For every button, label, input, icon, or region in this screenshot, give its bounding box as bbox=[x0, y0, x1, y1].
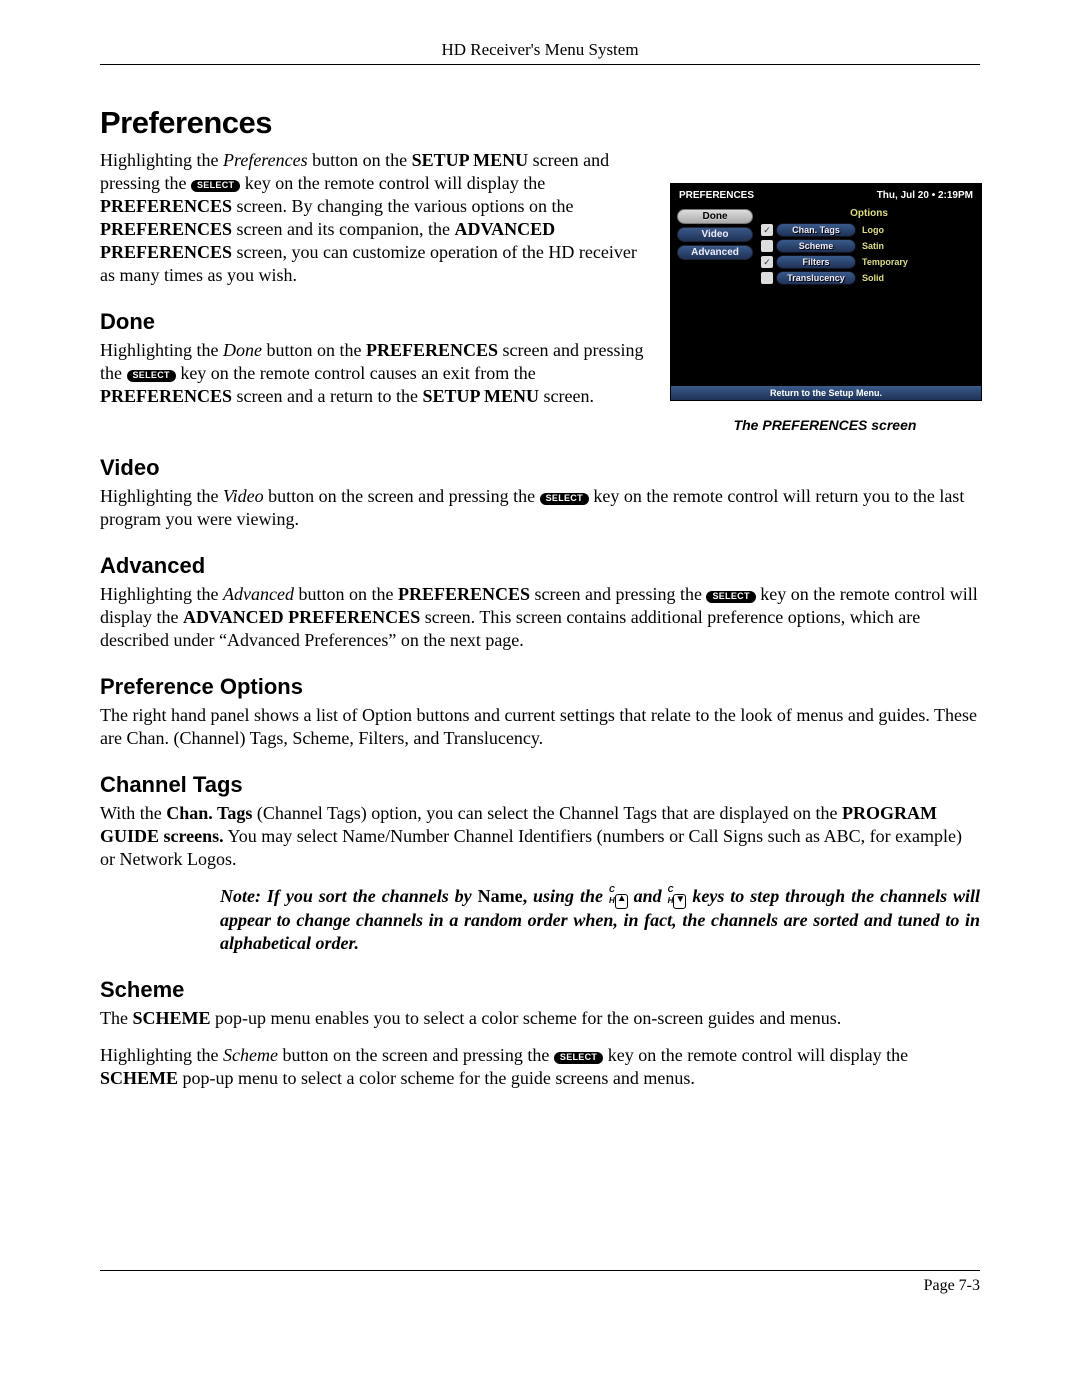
t: Advanced bbox=[223, 584, 294, 604]
t: using the bbox=[527, 887, 609, 907]
t: Preferences bbox=[223, 150, 308, 170]
scr-translucency-value: Solid bbox=[856, 273, 884, 283]
channel-down-key-icon: CH bbox=[668, 885, 687, 909]
scr-footer-hint: Return to the Setup Menu. bbox=[671, 386, 981, 400]
scr-video-button: Video bbox=[677, 227, 753, 242]
select-key-icon: SELECT bbox=[706, 591, 755, 603]
select-key-icon: SELECT bbox=[191, 180, 240, 192]
channel-tags-note: Note: If you sort the channels by Name, … bbox=[220, 885, 980, 955]
scr-chan-tags-button: Chan. Tags bbox=[776, 223, 856, 237]
t: Highlighting the bbox=[100, 486, 223, 506]
t: ADVANCED PREFERENCES bbox=[183, 607, 420, 627]
done-paragraph: Highlighting the Done button on the PREF… bbox=[100, 339, 646, 408]
t: Highlighting the bbox=[100, 1045, 223, 1065]
t: SETUP MENU bbox=[422, 386, 539, 406]
t: and bbox=[628, 887, 668, 907]
channel-tags-paragraph: With the Chan. Tags (Channel Tags) optio… bbox=[100, 802, 980, 871]
t: button on the bbox=[308, 150, 412, 170]
scr-advanced-button: Advanced bbox=[677, 245, 753, 260]
t: Video bbox=[223, 486, 264, 506]
select-key-icon: SELECT bbox=[127, 370, 176, 382]
t: key on the remote control will display t… bbox=[603, 1045, 908, 1065]
figure-caption: The PREFERENCES screen bbox=[670, 417, 980, 433]
t: Note: If you sort the channels by bbox=[220, 887, 478, 907]
t: key on the remote control causes an exit… bbox=[176, 363, 536, 383]
t: button on the bbox=[294, 584, 398, 604]
page-footer: Page 7-3 bbox=[100, 1270, 980, 1295]
preferences-screenshot-figure: PREFERENCES Thu, Jul 20 • 2:19PM Done Vi… bbox=[670, 183, 980, 433]
scr-option-row: ✓ Chan. Tags Logo bbox=[757, 223, 981, 237]
t: Chan. Tags bbox=[166, 803, 252, 823]
scr-option-row: ✓ Filters Temporary bbox=[757, 255, 981, 269]
scr-datetime: Thu, Jul 20 • 2:19PM bbox=[877, 190, 973, 201]
heading-video: Video bbox=[100, 455, 980, 481]
t: PREFERENCES bbox=[100, 386, 232, 406]
scr-title: PREFERENCES bbox=[679, 190, 754, 201]
page-number: Page 7-3 bbox=[924, 1277, 980, 1294]
t: screen. bbox=[539, 386, 594, 406]
preferences-screenshot: PREFERENCES Thu, Jul 20 • 2:19PM Done Vi… bbox=[670, 183, 982, 401]
t: pop-up menu enables you to select a colo… bbox=[211, 1008, 842, 1028]
heading-scheme: Scheme bbox=[100, 977, 980, 1003]
t: screen and its companion, the bbox=[232, 219, 454, 239]
checkbox-icon bbox=[761, 272, 773, 284]
t: Done bbox=[223, 340, 262, 360]
t: Highlighting the bbox=[100, 584, 223, 604]
t: Highlighting the bbox=[100, 340, 223, 360]
t: button on the bbox=[262, 340, 366, 360]
scr-option-row: Translucency Solid bbox=[757, 271, 981, 285]
t: button on the screen and pressing the bbox=[278, 1045, 554, 1065]
scr-option-row: Scheme Satin bbox=[757, 239, 981, 253]
t: Scheme bbox=[223, 1045, 278, 1065]
heading-advanced: Advanced bbox=[100, 553, 980, 579]
t: Highlighting the bbox=[100, 150, 223, 170]
t: screen. By changing the various options … bbox=[232, 196, 573, 216]
checkbox-icon: ✓ bbox=[761, 224, 773, 236]
scr-translucency-button: Translucency bbox=[776, 271, 856, 285]
scr-filters-button: Filters bbox=[776, 255, 856, 269]
heading-preference-options: Preference Options bbox=[100, 674, 980, 700]
scr-options-title: Options bbox=[757, 208, 981, 219]
t: SCHEME bbox=[132, 1008, 210, 1028]
t: Name, bbox=[478, 887, 527, 907]
t: PREFERENCES bbox=[398, 584, 530, 604]
t: screen and pressing the bbox=[530, 584, 706, 604]
intro-paragraph: Highlighting the Preferences button on t… bbox=[100, 149, 646, 287]
scheme-paragraph-1: The SCHEME pop-up menu enables you to se… bbox=[100, 1007, 980, 1030]
channel-up-key-icon: CH bbox=[609, 885, 628, 909]
scr-scheme-value: Satin bbox=[856, 241, 884, 251]
select-key-icon: SELECT bbox=[554, 1052, 603, 1064]
scr-chan-tags-value: Logo bbox=[856, 225, 884, 235]
preference-options-paragraph: The right hand panel shows a list of Opt… bbox=[100, 704, 980, 750]
t: button on the screen and pressing the bbox=[264, 486, 540, 506]
heading-done: Done bbox=[100, 309, 646, 335]
t: SCHEME bbox=[100, 1068, 178, 1088]
t: With the bbox=[100, 803, 166, 823]
scr-filters-value: Temporary bbox=[856, 257, 908, 267]
t: screen and a return to the bbox=[232, 386, 422, 406]
t: The bbox=[100, 1008, 132, 1028]
t: key on the remote control will display t… bbox=[240, 173, 545, 193]
t: PREFERENCES bbox=[100, 196, 232, 216]
t: SETUP MENU bbox=[412, 150, 529, 170]
t: pop-up menu to select a color scheme for… bbox=[178, 1068, 695, 1088]
t: PREFERENCES bbox=[366, 340, 498, 360]
t: You may select Name/Number Channel Ident… bbox=[100, 826, 962, 869]
page-title: Preferences bbox=[100, 105, 980, 141]
t: PREFERENCES bbox=[100, 219, 232, 239]
checkbox-icon bbox=[761, 240, 773, 252]
advanced-paragraph: Highlighting the Advanced button on the … bbox=[100, 583, 980, 652]
video-paragraph: Highlighting the Video button on the scr… bbox=[100, 485, 980, 531]
checkbox-icon: ✓ bbox=[761, 256, 773, 268]
scr-done-button: Done bbox=[677, 209, 753, 224]
select-key-icon: SELECT bbox=[540, 493, 589, 505]
t: (Channel Tags) option, you can select th… bbox=[252, 803, 842, 823]
scr-scheme-button: Scheme bbox=[776, 239, 856, 253]
heading-channel-tags: Channel Tags bbox=[100, 772, 980, 798]
running-header: HD Receiver's Menu System bbox=[100, 40, 980, 65]
scheme-paragraph-2: Highlighting the Scheme button on the sc… bbox=[100, 1044, 980, 1090]
